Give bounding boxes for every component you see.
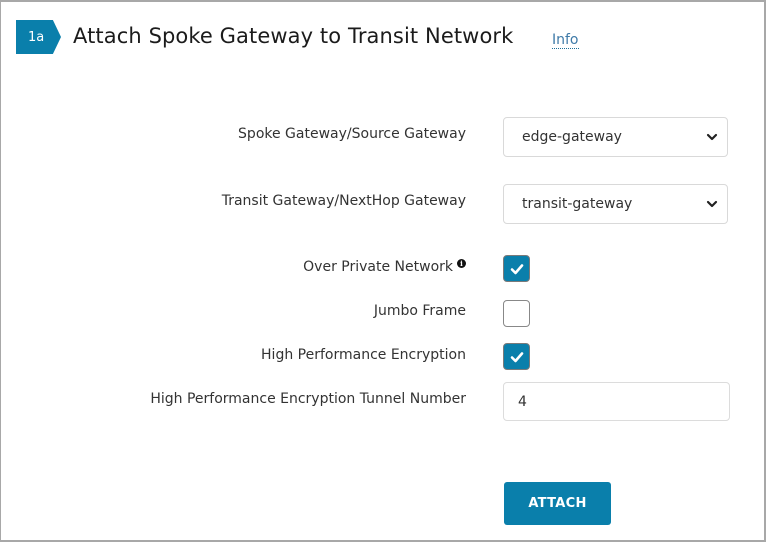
spoke-gateway-label: Spoke Gateway/Source Gateway — [238, 126, 466, 142]
hpe-checkbox[interactable] — [503, 343, 530, 370]
over-private-network-checkbox[interactable] — [503, 255, 530, 282]
checkmark-icon — [510, 351, 523, 362]
jumbo-frame-label: Jumbo Frame — [373, 303, 466, 319]
spoke-gateway-select[interactable]: edge-gateway — [503, 117, 728, 157]
step-badge: 1a — [16, 20, 61, 54]
over-private-network-text: Over Private Network — [303, 259, 453, 275]
attach-button[interactable]: ATTACH — [504, 482, 611, 525]
hpe-tunnel-number-label: High Performance Encryption Tunnel Numbe… — [150, 391, 466, 407]
step-badge-label: 1a — [28, 29, 45, 45]
dialog-panel: 1a Attach Spoke Gateway to Transit Netwo… — [0, 0, 766, 542]
hpe-tunnel-number-input[interactable] — [503, 382, 730, 421]
transit-gateway-label: Transit Gateway/NextHop Gateway — [221, 193, 466, 209]
over-private-network-label: Over Private Network i — [303, 259, 466, 275]
transit-gateway-value: transit-gateway — [522, 196, 633, 212]
chevron-down-icon — [706, 133, 718, 141]
jumbo-frame-checkbox[interactable] — [503, 300, 530, 327]
chevron-down-icon — [706, 200, 718, 208]
hpe-label: High Performance Encryption — [261, 347, 466, 363]
spoke-gateway-value: edge-gateway — [522, 129, 622, 145]
transit-gateway-select[interactable]: transit-gateway — [503, 184, 728, 224]
page-title: Attach Spoke Gateway to Transit Network — [73, 24, 514, 48]
info-circle-icon[interactable]: i — [457, 259, 466, 268]
checkmark-icon — [510, 263, 523, 274]
info-link[interactable]: Info — [552, 32, 579, 49]
